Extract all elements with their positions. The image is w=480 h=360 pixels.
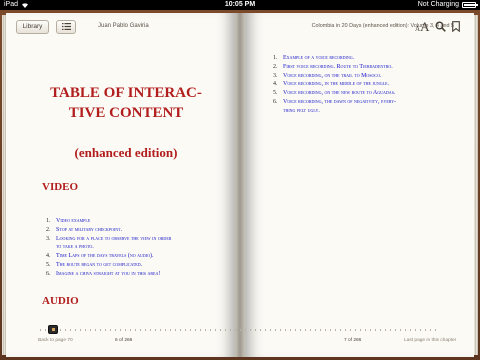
page-scrubber[interactable] — [40, 325, 440, 334]
list-item[interactable]: 2. Stop at military checkpoint. — [46, 226, 232, 235]
back-to-page-link[interactable]: Back to page 70 — [38, 338, 73, 343]
left-page-number: 6 of 266 — [115, 338, 133, 343]
table-of-contents-button[interactable] — [56, 20, 76, 34]
list-item[interactable]: 1. Example of a voice recording. — [273, 54, 459, 63]
list-icon — [61, 23, 71, 30]
list-item-text[interactable]: to take a photo. — [56, 244, 94, 250]
font-big-icon: A — [420, 19, 430, 34]
scrubber-track[interactable] — [40, 329, 440, 331]
list-item[interactable]: 5. The route began to get complicated. — [46, 261, 232, 270]
library-button[interactable]: Library — [16, 20, 49, 34]
page-edges-right — [474, 15, 478, 355]
list-item-text[interactable]: Stop at military checkpoint. — [56, 227, 122, 233]
list-item-text[interactable]: First voice recording. Route to Tierrade… — [283, 64, 393, 70]
list-item[interactable]: 2. First voice recording. Route to Tierra… — [273, 63, 459, 72]
charging-status: Not Charging — [417, 1, 459, 8]
book: Library Juan Pablo Gaviria TABLE OF INTE… — [0, 10, 480, 360]
list-item-text[interactable]: Voice recording, on the new route to Agu… — [283, 90, 395, 96]
battery-icon — [462, 2, 478, 8]
list-item-text[interactable]: The route began to get complicated. — [56, 262, 142, 268]
status-right: Not Charging — [417, 0, 478, 10]
book-title: Colombia in 20 Days (enhanced edition): … — [311, 23, 454, 29]
list-item[interactable]: 3. Looking for a place to observe the vie… — [46, 235, 232, 244]
search-icon[interactable] — [435, 21, 446, 32]
author-name: Juan Pablo Gaviria — [98, 23, 149, 29]
list-item-text[interactable]: Video example — [56, 218, 90, 224]
list-item-continuation[interactable]: thing felt ugly. — [273, 107, 459, 116]
title-line-1: TABLE OF INTERAC- — [50, 85, 202, 101]
list-item[interactable]: 6. Imagine a chiva straight at you in thi… — [46, 270, 232, 279]
list-item[interactable]: 6. Voice recording, the dawn of negativit… — [273, 98, 459, 107]
status-bar: iPad 10:05 PM Not Charging — [0, 0, 480, 10]
list-item[interactable]: 5. Voice recording, on the new route to A… — [273, 89, 459, 98]
list-item-text[interactable]: Time Laps of the days travels (no audio)… — [56, 253, 154, 259]
list-item-text[interactable]: Voice recording, in the middle of the ju… — [283, 81, 389, 87]
list-item-text[interactable]: Voice recording, the dawn of negativity,… — [283, 99, 396, 105]
scrubber-thumb[interactable] — [48, 325, 58, 334]
left-page[interactable]: Library Juan Pablo Gaviria TABLE OF INTE… — [6, 13, 235, 357]
list-item[interactable]: 1. Video example — [46, 217, 232, 226]
list-item-text[interactable]: Looking for a place to observe the view … — [56, 236, 171, 242]
title-line-2: TIVE CONTENT — [68, 105, 184, 121]
video-heading: VIDEO — [42, 181, 79, 193]
bookmark-icon[interactable] — [452, 21, 460, 32]
list-item-text[interactable]: thing felt ugly. — [283, 108, 320, 114]
font-size-button[interactable]: AA — [415, 18, 429, 36]
list-item-continuation[interactable]: to take a photo. — [46, 243, 232, 252]
list-item-text[interactable]: Example of a voice recording. — [283, 55, 354, 61]
video-list: 1. Video example 2. Stop at military check… — [46, 217, 232, 279]
right-page-number: 7 of 266 — [344, 338, 362, 343]
audio-list: 1. Example of a voice recording. 2. First … — [273, 54, 459, 116]
audio-heading: AUDIO — [42, 295, 79, 307]
list-item[interactable]: 4. Voice recording, in the middle of the … — [273, 80, 459, 89]
list-item-text[interactable]: Imagine a chiva straight at you in this … — [56, 271, 160, 277]
page-title: TABLE OF INTERAC- TIVE CONTENT — [36, 83, 216, 123]
list-item[interactable]: 4. Time Laps of the days travels (no audi… — [46, 252, 232, 261]
right-page[interactable]: Colombia in 20 Days (enhanced edition): … — [245, 13, 474, 357]
chapter-remaining: Last page in this chapter — [404, 338, 457, 343]
status-time: 10:05 PM — [224, 1, 256, 8]
page-subtitle: (enhanced edition) — [74, 145, 178, 160]
list-item-text[interactable]: Voice recording, on the trail to Mosoco. — [283, 73, 381, 79]
list-item[interactable]: 3. Voice recording, on the trail to Mosoc… — [273, 72, 459, 81]
book-spine — [235, 13, 245, 357]
